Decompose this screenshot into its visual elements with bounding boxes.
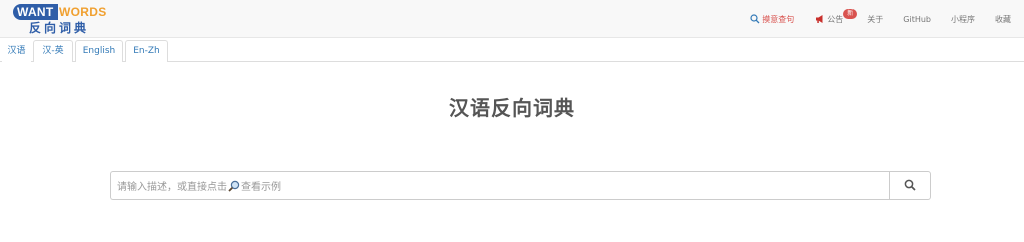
nav-favorites[interactable]: 收藏 (985, 0, 1024, 38)
tab-english[interactable]: English (75, 40, 123, 62)
tab-english-chinese[interactable]: En-Zh (125, 40, 168, 62)
search-icon (904, 176, 916, 195)
megaphone-icon (814, 14, 825, 25)
top-navbar: WANT WORDS 反向词典 摸意查句 公告 新 关于 GitHub 小程序 … (0, 0, 1024, 38)
tab-chinese[interactable]: 汉语 (2, 40, 31, 62)
search-icon (749, 14, 760, 25)
placeholder-text-before: 请输入描述，或直接点击 (117, 182, 227, 193)
nav-search-example[interactable]: 摸意查句 (739, 0, 804, 38)
nav-about[interactable]: 关于 (857, 0, 893, 38)
search-bar: 请输入描述，或直接点击 查看示例 (110, 171, 931, 200)
page-title: 汉语反向词典 (449, 96, 575, 120)
new-badge: 新 (843, 9, 858, 19)
magnifier-icon[interactable] (228, 180, 240, 192)
logo-words: WORDS (59, 5, 107, 19)
placeholder-text-after: 查看示例 (241, 182, 281, 193)
tab-chinese-english[interactable]: 汉-英 (33, 40, 73, 62)
logo[interactable]: WANT WORDS 反向词典 (13, 2, 107, 36)
logo-want: WANT (13, 4, 58, 20)
search-input[interactable]: 请输入描述，或直接点击 查看示例 (110, 171, 889, 200)
nav-mini-program[interactable]: 小程序 (941, 0, 985, 38)
nav-search-example-label: 摸意查句 (762, 14, 795, 24)
search-button[interactable] (889, 171, 931, 200)
nav-github[interactable]: GitHub (893, 0, 941, 38)
nav-menu: 摸意查句 公告 新 关于 GitHub 小程序 收藏 (739, 0, 1024, 38)
nav-announcement-label: 公告 (827, 14, 844, 24)
nav-announcement[interactable]: 公告 新 (804, 0, 858, 38)
language-tabs: 汉语 汉-英 English En-Zh (0, 39, 1024, 62)
logo-subtitle: 反向词典 (29, 21, 90, 35)
